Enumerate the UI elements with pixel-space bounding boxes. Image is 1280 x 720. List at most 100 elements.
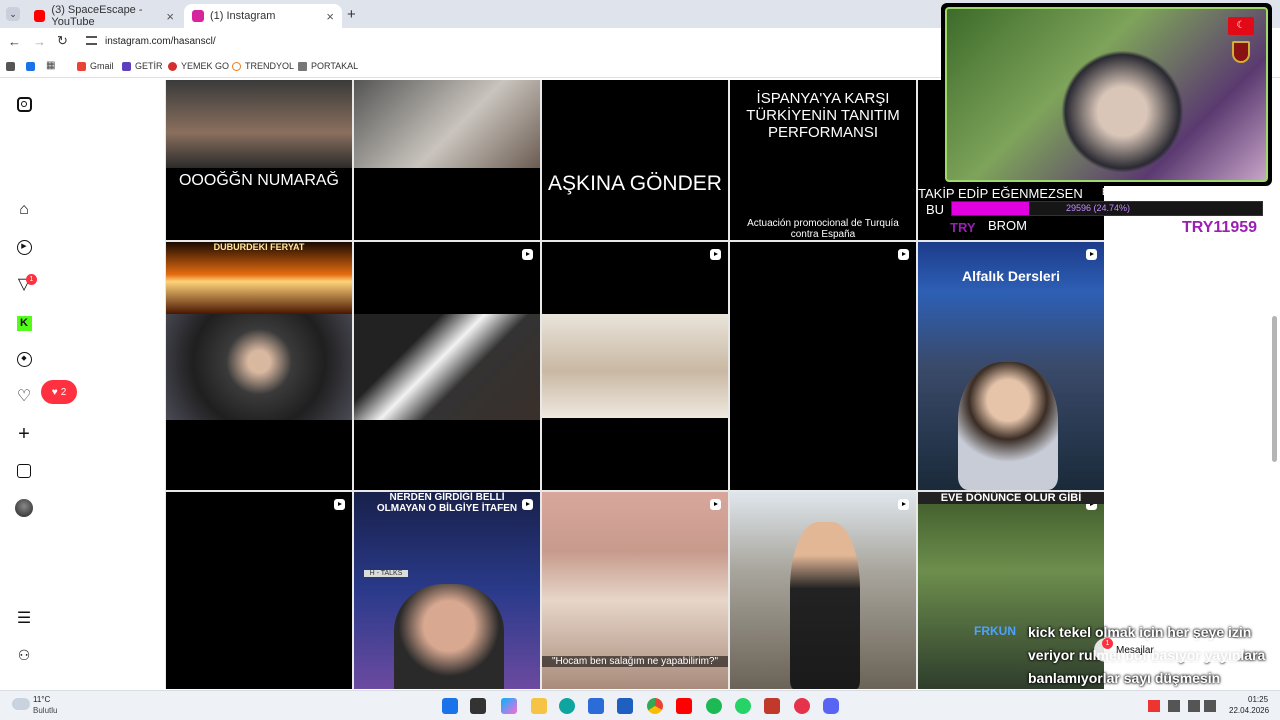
discord-icon[interactable] [823, 698, 839, 714]
goal-currency: TRY [950, 220, 976, 235]
post-tile[interactable]: Alfalık Dersleri [918, 242, 1104, 490]
post-thumbnail [166, 314, 352, 420]
edge-icon[interactable] [559, 698, 575, 714]
post-tile[interactable] [730, 242, 916, 490]
reel-icon [334, 499, 345, 510]
chat-username: FRKUN [974, 624, 1016, 638]
back-icon[interactable]: ← [8, 34, 21, 49]
whatsapp-icon[interactable] [735, 698, 751, 714]
app-icon[interactable] [26, 62, 35, 71]
messages-badge: 1 [1102, 638, 1113, 649]
windows-start-icon[interactable] [442, 698, 458, 714]
voice-app-icon[interactable] [764, 698, 780, 714]
reel-icon [522, 499, 533, 510]
new-tab-button[interactable]: + [347, 6, 356, 23]
post-caption: OOOĞĞN NUMARAĞ [178, 172, 339, 189]
tab-youtube[interactable]: (3) SpaceEscape - YouTube × [26, 4, 182, 28]
bookmark-gmail[interactable]: Gmail [77, 61, 114, 71]
home-icon[interactable]: ⌂ [14, 200, 34, 220]
post-tile[interactable] [354, 80, 540, 240]
kick-app-icon[interactable]: K [14, 313, 34, 333]
reels-icon[interactable]: ▶ [14, 237, 34, 257]
menu-icon[interactable]: ☰ [14, 608, 34, 628]
file-explorer-icon[interactable] [531, 698, 547, 714]
reel-icon [1086, 249, 1097, 260]
task-view-icon[interactable] [470, 698, 486, 714]
post-thumbnail [958, 362, 1058, 490]
post-subcaption: Actuación promocional de Turquía contra … [747, 218, 899, 240]
post-caption: Alfalık Dersleri [961, 268, 1061, 284]
post-thumbnail [790, 522, 860, 689]
create-icon[interactable]: + [14, 423, 34, 445]
streamer-webcam: ☾ [941, 3, 1272, 186]
heart-icon[interactable]: ♡ [14, 386, 34, 406]
reel-icon [522, 249, 533, 260]
post-thumbnail [394, 584, 504, 689]
forward-icon[interactable]: → [33, 34, 46, 49]
goal-header: EKSİKLERİ İÇİN [1102, 187, 1177, 198]
bookmark-getir[interactable]: GETİR [122, 61, 163, 71]
instagram-logo-icon[interactable] [14, 94, 34, 114]
post-thumbnail [354, 314, 540, 420]
reload-icon[interactable]: ↻ [57, 33, 68, 49]
post-tile[interactable]: OOOĞĞN NUMARAĞ [166, 80, 352, 240]
apps-grid-icon[interactable]: ▦ [46, 60, 55, 71]
clock-time[interactable]: 01:25 [1248, 695, 1268, 704]
tab-title: (3) SpaceEscape - YouTube [51, 4, 143, 28]
meta-apps-icon[interactable]: ⚇ [14, 645, 34, 665]
gmail-icon [77, 61, 86, 71]
bookmark-portakal[interactable]: PORTAKAL [298, 61, 358, 71]
post-tile[interactable] [354, 242, 540, 490]
explore-icon[interactable]: ◆ [14, 349, 34, 369]
store-icon[interactable] [588, 698, 604, 714]
likes-badge[interactable]: ♥ 2 [41, 380, 77, 404]
post-tile[interactable]: NERDEN GİRDİĞİ BELLİ OLMAYAN O BİLGİYE İ… [354, 492, 540, 689]
post-caption: "Hocam ben salağım ne yapabilirim?" [542, 656, 728, 667]
post-thumbnail [542, 314, 728, 418]
app-icon[interactable] [794, 698, 810, 714]
windows-taskbar: 11°C Bulutlu 01:25 22.04.2026 [0, 690, 1280, 720]
chrome-icon[interactable] [647, 698, 663, 714]
tab-title: (1) Instagram [210, 10, 276, 22]
copilot-icon[interactable] [501, 698, 517, 714]
post-caption: NERDEN GİRDİĞİ BELLİ OLMAYAN O BİLGİYE İ… [376, 492, 518, 514]
post-caption: DUBURDEKI FERYAT [213, 242, 305, 252]
bookmark-trendyol[interactable]: TRENDYOL [232, 61, 294, 71]
post-tile[interactable] [730, 492, 916, 689]
yemek-go-icon [168, 61, 177, 71]
tab-search-button[interactable]: ⌄ [6, 7, 20, 21]
url-field[interactable]: instagram.com/hasanscl/ [105, 36, 216, 47]
close-tab-icon[interactable]: × [326, 9, 334, 24]
reel-icon [710, 499, 721, 510]
goal-progress-text: 29596 (24.74%) [1066, 203, 1131, 213]
post-tile[interactable] [166, 492, 352, 689]
post-tile[interactable]: AŞKINA GÖNDER [542, 80, 728, 240]
messages-button[interactable]: 1 Mesajlar [1094, 638, 1244, 662]
youtube-icon[interactable] [676, 698, 692, 714]
tab-instagram[interactable]: (1) Instagram × [184, 4, 342, 28]
tray-icons[interactable] [1148, 700, 1216, 712]
mail-icon[interactable] [617, 698, 633, 714]
bookmark-yemek-go[interactable]: YEMEK GO [168, 61, 229, 71]
weather-icon[interactable] [12, 698, 30, 710]
post-tile[interactable]: DUBURDEKI FERYAT [166, 242, 352, 490]
site-info-icon[interactable] [86, 36, 97, 45]
dashboard-icon[interactable] [14, 461, 34, 481]
app-icon[interactable] [6, 62, 15, 71]
messages-label: Mesajlar [1116, 644, 1154, 656]
post-tile[interactable] [542, 242, 728, 490]
goal-line1: TAKİP EDİP EĞENMEZSEN [918, 186, 1083, 201]
goal-progress-fill [952, 202, 1029, 215]
notification-badge: 1 [26, 274, 37, 285]
post-tile[interactable]: İSPANYA'YA KARŞI TÜRKİYENİN TANITIM PERF… [730, 80, 916, 240]
post-badge: H - TALKS [364, 570, 408, 577]
spotify-icon[interactable] [706, 698, 722, 714]
profile-avatar[interactable] [14, 498, 34, 518]
post-thumbnail [166, 242, 352, 314]
clock-date[interactable]: 22.04.2026 [1229, 706, 1269, 715]
page-scrollbar[interactable] [1272, 316, 1277, 462]
post-tile[interactable]: "Hocam ben salağım ne yapabilirim?" [542, 492, 728, 689]
weather-desc: Bulutlu [33, 706, 58, 715]
close-tab-icon[interactable]: × [166, 9, 174, 24]
heart-icon: ♥ [51, 386, 58, 398]
